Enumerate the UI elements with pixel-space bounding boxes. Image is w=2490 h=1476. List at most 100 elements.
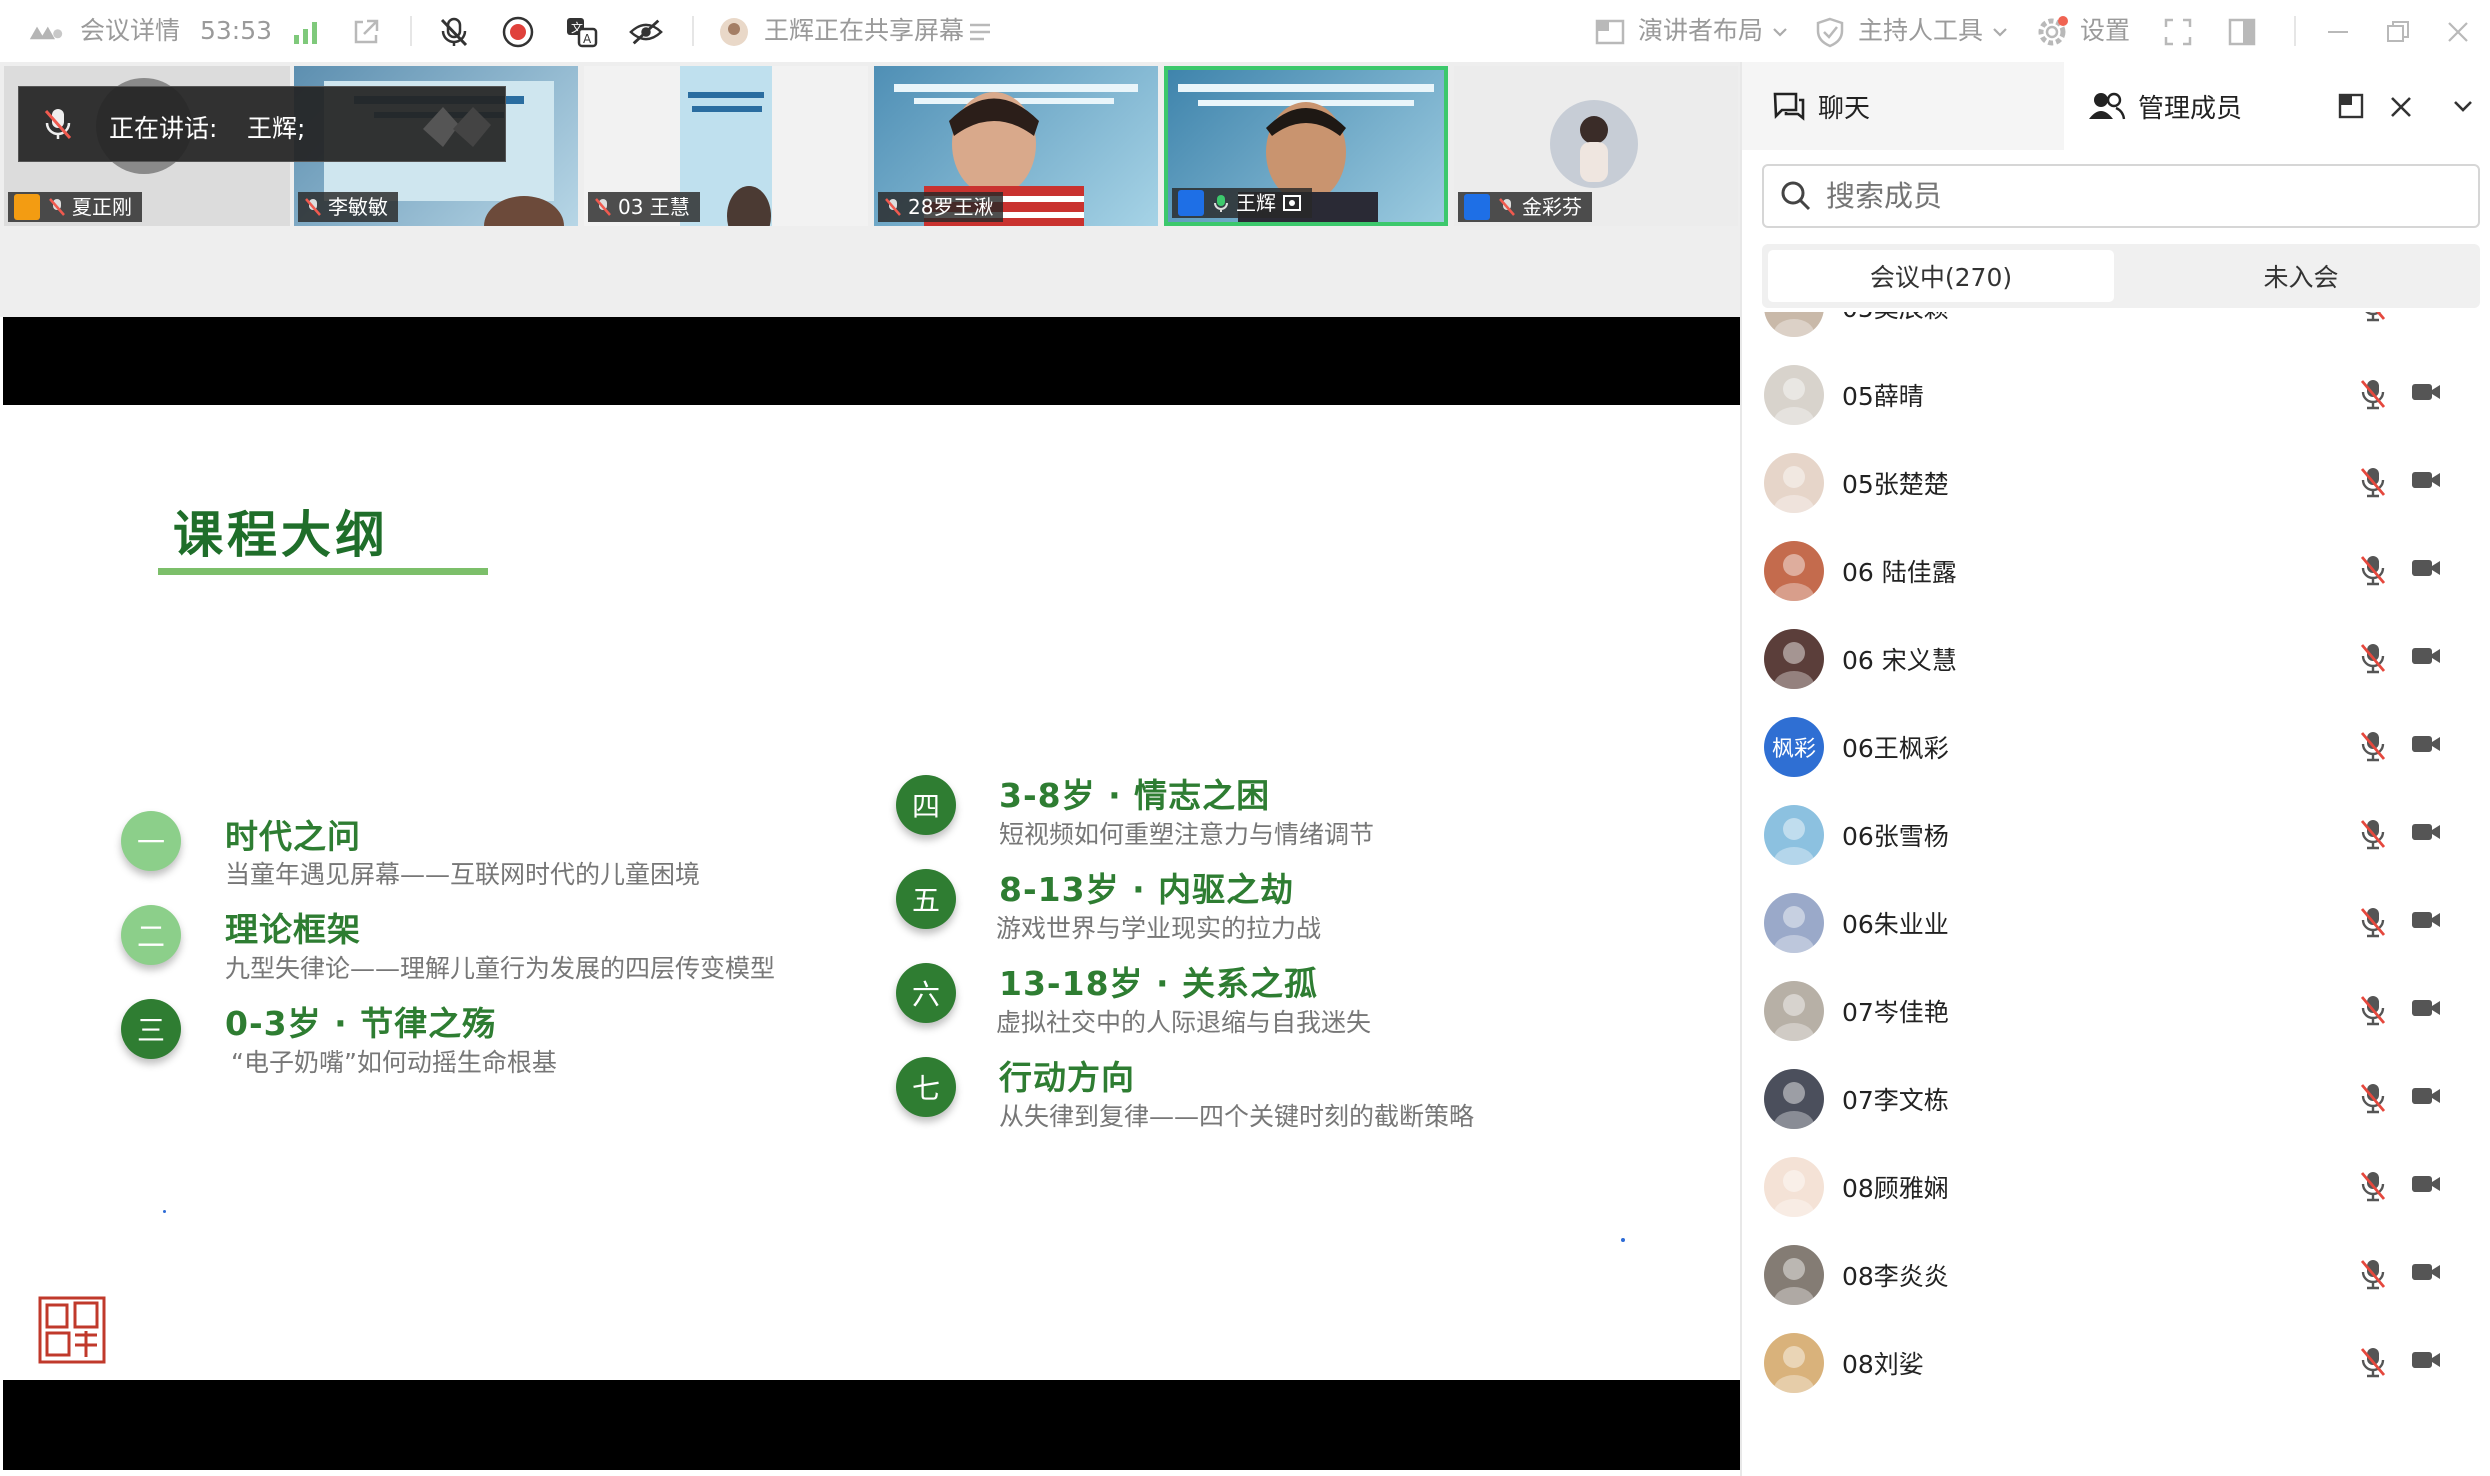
video-camera-icon[interactable] bbox=[2410, 312, 2442, 320]
video-tile[interactable]: 金彩芬 bbox=[1454, 66, 1738, 226]
muted-mic-icon[interactable] bbox=[2358, 641, 2388, 679]
host-tools-button[interactable]: 主持人工具 bbox=[1858, 14, 1983, 48]
video-camera-icon[interactable] bbox=[2410, 468, 2442, 496]
member-filter-segment: 会议中(270) 未入会 bbox=[1762, 244, 2480, 308]
video-tile[interactable]: 28罗王湫 bbox=[874, 66, 1158, 226]
segment-in-meeting[interactable]: 会议中(270) bbox=[1768, 250, 2114, 302]
close-icon[interactable] bbox=[2388, 94, 2414, 124]
muted-mic-icon[interactable] bbox=[2358, 1345, 2388, 1383]
sharing-menu-icon[interactable] bbox=[962, 14, 998, 50]
member-row[interactable]: 08李炎炎 bbox=[1742, 1230, 2490, 1318]
video-camera-icon[interactable] bbox=[2410, 820, 2442, 848]
member-row[interactable]: 05薛晴 bbox=[1742, 350, 2490, 438]
screen-share-icon bbox=[1283, 195, 1301, 211]
member-row[interactable]: 08顾雅娴 bbox=[1742, 1142, 2490, 1230]
muted-mic-icon bbox=[41, 105, 75, 149]
video-camera-icon[interactable] bbox=[2410, 908, 2442, 936]
outline-number-badge: 七 bbox=[896, 1057, 956, 1117]
shield-icon[interactable] bbox=[1812, 14, 1848, 50]
participant-name: 金彩芬 bbox=[1522, 195, 1582, 219]
external-window-icon[interactable] bbox=[348, 14, 384, 50]
sidebar-toggle-icon[interactable] bbox=[2224, 14, 2260, 50]
tab-chat[interactable]: 聊天 bbox=[1772, 62, 1870, 150]
toolbar-divider bbox=[410, 16, 412, 46]
muted-mic-icon[interactable] bbox=[2358, 817, 2388, 855]
search-input[interactable] bbox=[1826, 179, 2426, 213]
video-camera-icon[interactable] bbox=[2410, 1172, 2442, 1200]
speaking-indicator: 正在讲话: 王辉; bbox=[18, 86, 506, 162]
participant-name-badge: 夏正刚 bbox=[8, 192, 142, 222]
app-watermark-icon bbox=[419, 99, 495, 157]
translate-icon[interactable]: 文A bbox=[564, 14, 600, 50]
letterbox-bottom bbox=[3, 1380, 1740, 1470]
video-tile[interactable]: 03 王慧 bbox=[584, 66, 868, 226]
member-row[interactable]: 枫彩 06王枫彩 bbox=[1742, 702, 2490, 790]
member-row[interactable]: 07岑佳艳 bbox=[1742, 966, 2490, 1054]
member-row[interactable]: 06朱业业 bbox=[1742, 878, 2490, 966]
muted-mic-icon[interactable] bbox=[2358, 1169, 2388, 1207]
participant-name-badge: 李敏敏 bbox=[298, 192, 398, 222]
participant-name-badge: 03 王慧 bbox=[588, 192, 700, 222]
muted-mic-icon[interactable] bbox=[2358, 465, 2388, 503]
avatar-initials: 枫彩 bbox=[1771, 737, 1816, 762]
popout-icon[interactable] bbox=[2337, 92, 2365, 124]
video-camera-icon[interactable] bbox=[2410, 556, 2442, 584]
video-camera-icon[interactable] bbox=[2410, 380, 2442, 408]
chevron-down-icon[interactable] bbox=[1982, 14, 2018, 50]
segment-not-joined[interactable]: 未入会 bbox=[2128, 250, 2474, 302]
presenter-layout-button[interactable]: 演讲者布局 bbox=[1638, 14, 1763, 48]
avatar bbox=[1764, 1069, 1824, 1129]
chevron-down-icon[interactable] bbox=[2452, 98, 2474, 118]
signal-strength-icon[interactable] bbox=[288, 14, 324, 50]
member-search[interactable] bbox=[1762, 164, 2480, 228]
video-camera-icon[interactable] bbox=[2410, 732, 2442, 760]
seal-stamp-logo bbox=[37, 1295, 107, 1369]
member-name: 06 陆佳露 bbox=[1842, 558, 1957, 587]
title-underline bbox=[158, 568, 488, 575]
tab-members[interactable]: 管理成员 bbox=[2064, 62, 2490, 150]
settings-button[interactable]: 设置 bbox=[2080, 14, 2130, 48]
muted-mic-icon[interactable] bbox=[2358, 1257, 2388, 1295]
member-row[interactable]: 08刘娑 bbox=[1742, 1318, 2490, 1406]
meeting-details-link[interactable]: 会议详情 bbox=[80, 14, 180, 48]
minimize-icon[interactable] bbox=[2320, 14, 2356, 50]
muted-mic-icon[interactable] bbox=[2358, 312, 2388, 327]
muted-mic-icon[interactable] bbox=[2358, 553, 2388, 591]
chevron-down-icon[interactable] bbox=[1762, 14, 1798, 50]
avatar bbox=[1764, 893, 1824, 953]
record-icon[interactable] bbox=[500, 14, 536, 50]
member-name: 07李文栋 bbox=[1842, 1086, 1949, 1115]
muted-mic-icon bbox=[1499, 198, 1515, 216]
gear-icon[interactable] bbox=[2034, 14, 2070, 50]
member-row[interactable]: 06 陆佳露 bbox=[1742, 526, 2490, 614]
avatar bbox=[1764, 1245, 1824, 1305]
video-camera-icon[interactable] bbox=[2410, 644, 2442, 672]
avatar bbox=[1764, 629, 1824, 689]
muted-mic-icon[interactable] bbox=[2358, 993, 2388, 1031]
member-row[interactable]: 07李文栋 bbox=[1742, 1054, 2490, 1142]
muted-mic-icon[interactable] bbox=[2358, 905, 2388, 943]
member-row[interactable]: 05奚辰颖 bbox=[1742, 312, 2490, 350]
fullscreen-icon[interactable] bbox=[2160, 14, 2196, 50]
muted-mic-icon[interactable] bbox=[2358, 1081, 2388, 1119]
member-row[interactable]: 06 宋义慧 bbox=[1742, 614, 2490, 702]
avatar bbox=[1764, 981, 1824, 1041]
muted-mic-icon[interactable] bbox=[2358, 377, 2388, 415]
member-row[interactable]: 06张雪杨 bbox=[1742, 790, 2490, 878]
muted-mic-icon[interactable] bbox=[2358, 729, 2388, 767]
outline-heading: 8-13岁 · 内驱之劫 bbox=[999, 870, 1295, 909]
video-camera-icon[interactable] bbox=[2410, 1084, 2442, 1112]
video-camera-icon[interactable] bbox=[2410, 1260, 2442, 1288]
hide-view-icon[interactable] bbox=[628, 14, 664, 50]
video-tile-active-speaker[interactable]: 王辉 bbox=[1164, 66, 1448, 226]
avatar bbox=[1764, 312, 1824, 337]
layout-icon[interactable] bbox=[1592, 14, 1628, 50]
member-row[interactable]: 05张楚楚 bbox=[1742, 438, 2490, 526]
muted-mic-icon[interactable] bbox=[436, 14, 472, 50]
outline-heading: 0-3岁 · 节律之殇 bbox=[225, 1004, 497, 1043]
video-camera-icon[interactable] bbox=[2410, 996, 2442, 1024]
video-camera-icon[interactable] bbox=[2410, 1348, 2442, 1376]
close-icon[interactable] bbox=[2440, 14, 2476, 50]
restore-icon[interactable] bbox=[2380, 14, 2416, 50]
member-name: 08刘娑 bbox=[1842, 1350, 1924, 1379]
